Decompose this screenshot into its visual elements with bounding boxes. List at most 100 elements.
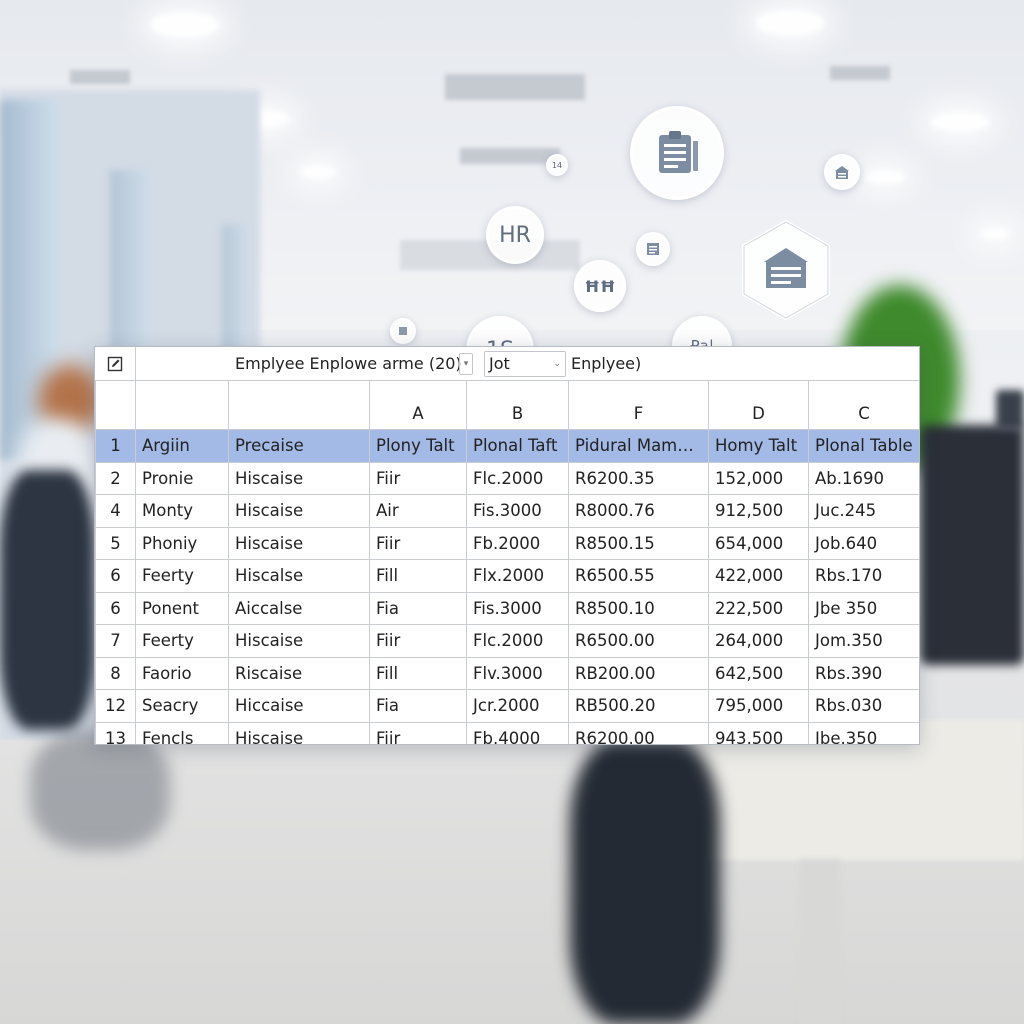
table-cell[interactable]: Fis.3000 — [466, 494, 569, 528]
table-cell[interactable]: Faorio — [135, 656, 229, 690]
table-cell[interactable]: Fb.4000 — [466, 721, 569, 744]
table-cell[interactable]: Fiir — [369, 624, 467, 658]
table-cell[interactable]: 222,500 — [708, 591, 809, 625]
table-cell[interactable]: Hiccaise — [228, 689, 370, 723]
table-cell[interactable]: 642,500 — [708, 656, 809, 690]
column-letter[interactable] — [135, 380, 229, 430]
row-number[interactable]: 13 — [95, 721, 136, 744]
table-cell[interactable]: Rbs.390 — [808, 656, 919, 690]
table-cell[interactable]: 422,000 — [708, 559, 809, 593]
header-cell[interactable]: Pidural Mame... — [568, 429, 709, 463]
table-cell[interactable]: Fiir — [369, 461, 467, 495]
filter-select[interactable]: Jot ⌄ — [484, 351, 566, 377]
table-cell[interactable]: Fiir — [369, 721, 467, 744]
table-cell[interactable]: 152,000 — [708, 461, 809, 495]
table-cell[interactable]: Ab.1690 — [808, 461, 919, 495]
table-cell[interactable]: R8500.15 — [568, 526, 709, 560]
column-letter[interactable] — [228, 380, 370, 430]
table-cell[interactable]: Job.640 — [808, 526, 919, 560]
table-cell[interactable]: Hiscaise — [228, 494, 370, 528]
spinner-arrow-icon[interactable]: ▾ — [459, 353, 473, 375]
table-cell[interactable]: Rbs.170 — [808, 559, 919, 593]
table-cell[interactable]: Fia — [369, 591, 467, 625]
table-cell[interactable]: RB500.20 — [568, 689, 709, 723]
header-cell[interactable]: Precaise — [228, 429, 370, 463]
hexagon-icon — [740, 218, 832, 322]
table-cell[interactable]: Riscaise — [228, 656, 370, 690]
table-cell[interactable]: Flc.2000 — [466, 624, 569, 658]
table-cell[interactable]: Seacry — [135, 689, 229, 723]
table-cell[interactable]: Fb.2000 — [466, 526, 569, 560]
table-cell[interactable]: R8000.76 — [568, 494, 709, 528]
table-cell[interactable]: Monty — [135, 494, 229, 528]
table-cell[interactable]: Jbe.350 — [808, 721, 919, 744]
table-cell[interactable]: Hiscalse — [228, 559, 370, 593]
table-cell[interactable]: Rbs.030 — [808, 689, 919, 723]
select-all-cell[interactable] — [95, 380, 136, 430]
table-cell[interactable]: R6200.00 — [568, 721, 709, 744]
table-cell[interactable]: Hiscaise — [228, 526, 370, 560]
column-letter[interactable]: D — [708, 380, 809, 430]
small-badge-icon — [390, 318, 416, 344]
column-letter[interactable]: F — [568, 380, 709, 430]
table-cell[interactable]: Flv.3000 — [466, 656, 569, 690]
table-cell[interactable]: Jom.350 — [808, 624, 919, 658]
table-cell[interactable]: R8500.10 — [568, 591, 709, 625]
table-cell[interactable]: R6500.00 — [568, 624, 709, 658]
column-letter[interactable]: B — [466, 380, 569, 430]
table-row: 6 Ponent Aiccalse Fia Fis.3000 R8500.10 222,50… — [95, 591, 919, 625]
table-cell[interactable]: Jbe 350 — [808, 591, 919, 625]
column-letter[interactable]: C — [808, 380, 919, 430]
table-cell[interactable]: Phoniy — [135, 526, 229, 560]
table-cell[interactable]: RB200.00 — [568, 656, 709, 690]
table-cell[interactable]: 943,500 — [708, 721, 809, 744]
header-cell[interactable]: Plonal Taft — [466, 429, 569, 463]
row-number[interactable]: 2 — [95, 461, 136, 495]
table-cell[interactable]: Hiscaise — [228, 461, 370, 495]
table-row: 4 Monty Hiscaise Air Fis.3000 R8000.76 912,500… — [95, 494, 919, 528]
table-cell[interactable]: 264,000 — [708, 624, 809, 658]
table-cell[interactable]: R6500.55 — [568, 559, 709, 593]
table-cell[interactable]: 912,500 — [708, 494, 809, 528]
table-cell[interactable]: Air — [369, 494, 467, 528]
ceiling-light — [930, 112, 990, 132]
edit-icon[interactable] — [95, 347, 136, 380]
table-cell[interactable]: Jcr.2000 — [466, 689, 569, 723]
ceiling-light — [755, 10, 825, 36]
table-cell[interactable]: Fencls — [135, 721, 229, 744]
sheet-title-count: (20) — [428, 354, 462, 373]
table-cell[interactable]: Ponent — [135, 591, 229, 625]
table-cell[interactable]: Pronie — [135, 461, 229, 495]
table-cell[interactable]: Fia — [369, 689, 467, 723]
header-cell[interactable]: Plonal Table — [808, 429, 919, 463]
table-cell[interactable]: 654,000 — [708, 526, 809, 560]
table-cell[interactable]: Aiccalse — [228, 591, 370, 625]
header-cell[interactable]: Homy Talt — [708, 429, 809, 463]
row-number[interactable]: 7 — [95, 624, 136, 658]
column-letter[interactable]: A — [369, 380, 467, 430]
table-cell[interactable]: Fis.3000 — [466, 591, 569, 625]
header-cell[interactable]: Argiin — [135, 429, 229, 463]
table-cell[interactable]: Feerty — [135, 559, 229, 593]
row-number[interactable]: 1 — [95, 429, 136, 463]
table-cell[interactable]: R6200.35 — [568, 461, 709, 495]
row-number[interactable]: 5 — [95, 526, 136, 560]
ceiling-light — [865, 170, 905, 184]
table-cell[interactable]: Flc.2000 — [466, 461, 569, 495]
table-cell[interactable]: Flx.2000 — [466, 559, 569, 593]
header-cell[interactable]: Plony Talt — [369, 429, 467, 463]
row-number[interactable]: 6 — [95, 559, 136, 593]
table-cell[interactable]: Hiscaise — [228, 624, 370, 658]
row-number[interactable]: 4 — [95, 494, 136, 528]
row-number[interactable]: 12 — [95, 689, 136, 723]
table-cell[interactable]: 795,000 — [708, 689, 809, 723]
table-cell[interactable]: Hiscaise — [228, 721, 370, 744]
clipboard-icon — [630, 106, 724, 200]
table-cell[interactable]: Feerty — [135, 624, 229, 658]
table-cell[interactable]: Fill — [369, 559, 467, 593]
table-cell[interactable]: Juc.245 — [808, 494, 919, 528]
row-number[interactable]: 8 — [95, 656, 136, 690]
table-cell[interactable]: Fill — [369, 656, 467, 690]
row-number[interactable]: 6 — [95, 591, 136, 625]
table-cell[interactable]: Fiir — [369, 526, 467, 560]
